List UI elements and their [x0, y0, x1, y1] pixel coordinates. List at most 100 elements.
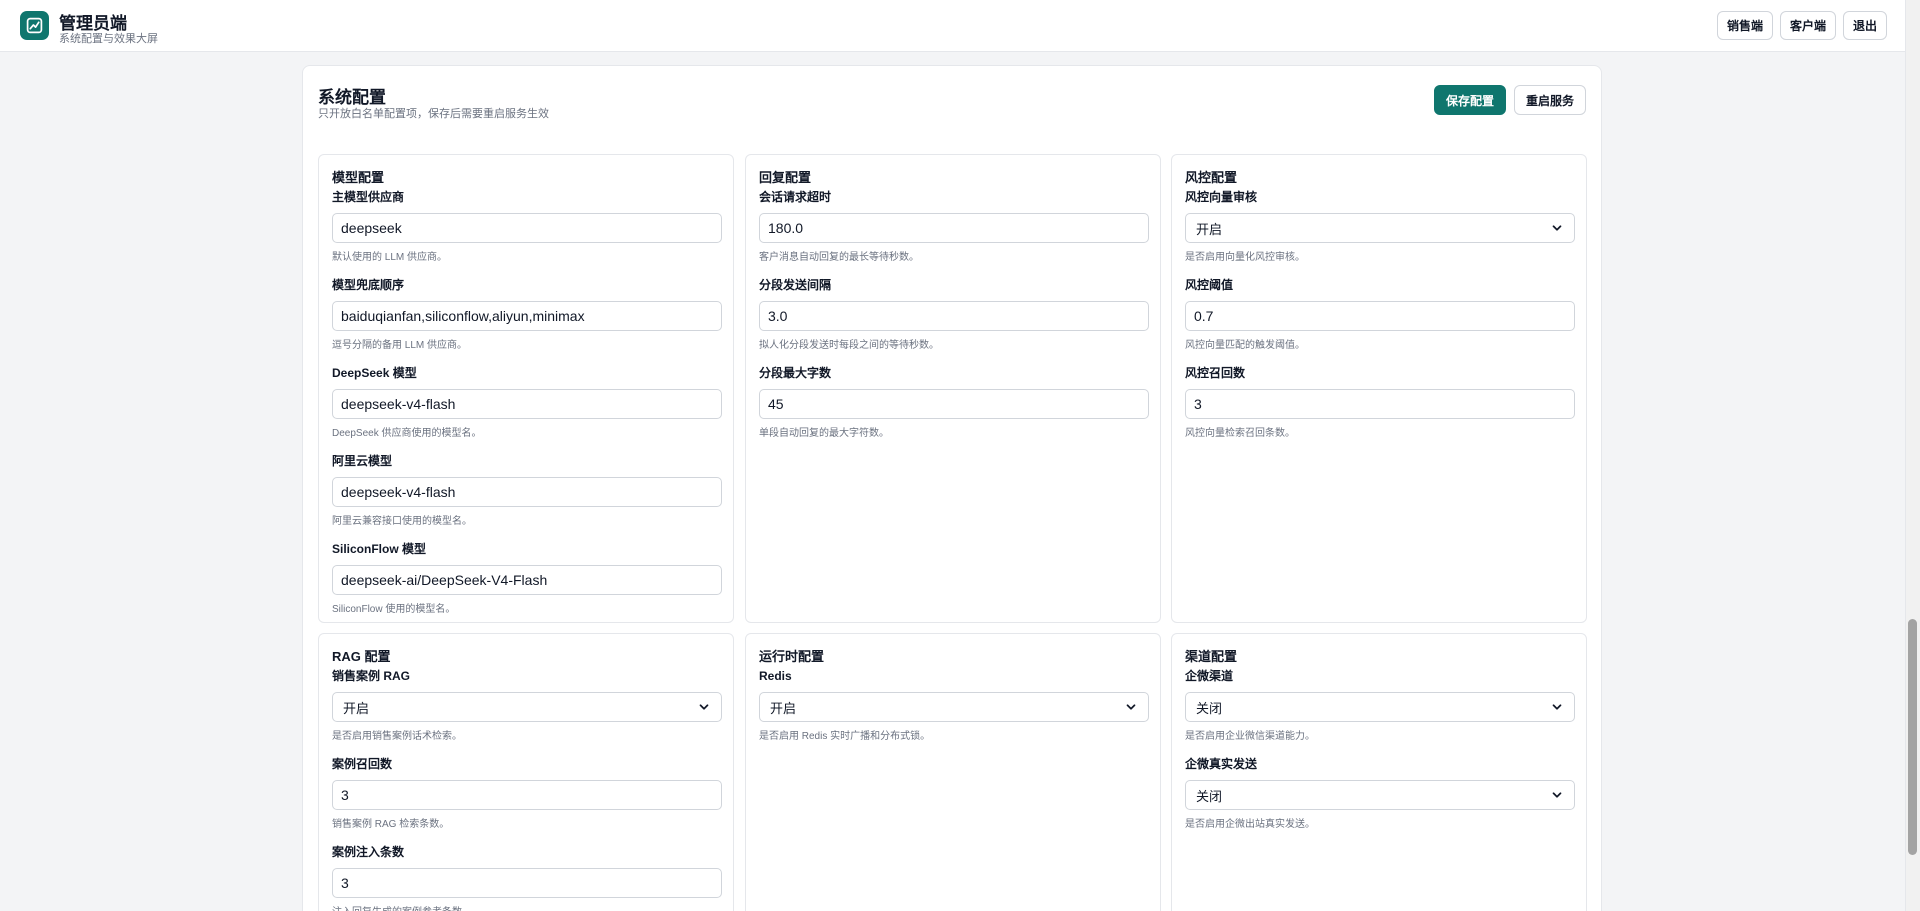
field-help: 客户消息自动回复的最长等待秒数。 [759, 252, 919, 263]
field-label: 模型兜底顺序 [332, 278, 405, 292]
field-label: 分段发送间隔 [759, 278, 832, 292]
field-help: 是否启用 Redis 实时广播和分布式锁。 [759, 731, 931, 742]
field-input[interactable] [759, 213, 1149, 243]
restart-service-button[interactable]: 重启服务 [1513, 85, 1586, 115]
field-help: 是否启用企业微信渠道能力。 [1185, 731, 1315, 742]
field-help: 是否启用销售案例话术检索。 [332, 731, 462, 742]
page-scrollbar[interactable] [1905, 0, 1920, 911]
field-input[interactable] [332, 301, 722, 331]
config-field: 会话请求超时客户消息自动回复的最长等待秒数。 [759, 188, 1149, 265]
field-select[interactable]: 开启 [1185, 213, 1575, 243]
config-field: SiliconFlow 模型 SiliconFlow 使用的模型名。 [332, 540, 722, 617]
field-help: 逗号分隔的备用 LLM 供应商。 [332, 340, 468, 351]
channel-config-card: 渠道配置 企微渠道 关闭 是否启用企业微信渠道能力。 企微真实发送 关闭 是否启用企微出站真… [1171, 633, 1587, 911]
chevron-down-icon [1126, 704, 1136, 710]
field-label: 会话请求超时 [759, 190, 832, 204]
config-field: 案例召回数销售案例 RAG 检索条数。 [332, 755, 722, 832]
config-field: 企微真实发送关闭是否启用企微出站真实发送。 [1185, 755, 1575, 832]
customer-portal-button[interactable]: 客户端 [1779, 11, 1836, 40]
field-help: 风控向量匹配的触发阈值。 [1185, 340, 1305, 351]
config-field: 风控向量审核开启是否启用向量化风控审核。 [1185, 188, 1575, 265]
field-input[interactable] [332, 477, 722, 507]
field-help: 单段自动回复的最大字符数。 [759, 428, 889, 439]
field-label: 风控召回数 [1185, 366, 1246, 380]
field-help: 阿里云兼容接口使用的模型名。 [332, 516, 472, 527]
config-field: 模型兜底顺序逗号分隔的备用 LLM 供应商。 [332, 276, 722, 353]
config-field: DeepSeek 模型 DeepSeek 供应商使用的模型名。 [332, 364, 722, 441]
config-field: 企微渠道关闭是否启用企业微信渠道能力。 [1185, 667, 1575, 744]
scrollbar-thumb[interactable] [1908, 619, 1917, 855]
field-select[interactable]: 开启 [759, 692, 1149, 722]
field-label: 阿里云模型 [332, 454, 393, 468]
page-subtitle: 只开放白名单配置项，保存后需要重启服务生效 [318, 108, 549, 120]
model-config-card: 模型配置主模型供应商默认使用的 LLM 供应商。模型兜底顺序逗号分隔的备用 LL… [318, 154, 734, 623]
field-input[interactable] [759, 301, 1149, 331]
select-value: 关闭 [1196, 788, 1223, 804]
config-field: 风控召回数风控向量检索召回条数。 [1185, 364, 1575, 441]
card-title: 模型配置 [332, 170, 385, 185]
config-field: 分段发送间隔拟人化分段发送时每段之间的等待秒数。 [759, 276, 1149, 353]
config-field: Redis 开启是否启用 Redis 实时广播和分布式锁。 [759, 667, 1149, 744]
field-input[interactable] [332, 780, 722, 810]
field-input[interactable] [1185, 389, 1575, 419]
field-select[interactable]: 关闭 [1185, 692, 1575, 722]
select-value: 开启 [770, 700, 797, 716]
field-label: 销售案例 RAG [332, 669, 411, 683]
sales-portal-button[interactable]: 销售端 [1716, 11, 1773, 40]
panel-actions: 保存配置 重启服务 [1433, 85, 1586, 115]
field-label: 案例注入条数 [332, 845, 405, 859]
config-field: 阿里云模型阿里云兼容接口使用的模型名。 [332, 452, 722, 529]
card-title: 渠道配置 [1185, 649, 1238, 664]
field-help: DeepSeek 供应商使用的模型名。 [332, 428, 482, 439]
config-field: 风控阈值风控向量匹配的触发阈值。 [1185, 276, 1575, 353]
logout-button[interactable]: 退出 [1842, 11, 1887, 40]
field-label: DeepSeek 模型 [332, 366, 417, 380]
top-bar: 管理员端 系统配置与效果大屏 销售端 客户端 退出 [0, 0, 1905, 52]
field-label: 风控阈值 [1185, 278, 1234, 292]
top-actions: 销售端 客户端 退出 [1716, 11, 1887, 40]
config-field: 主模型供应商默认使用的 LLM 供应商。 [332, 188, 722, 265]
field-select[interactable]: 开启 [332, 692, 722, 722]
field-input[interactable] [332, 868, 722, 898]
field-label: 风控向量审核 [1185, 190, 1258, 204]
field-input[interactable] [759, 389, 1149, 419]
field-help: 拟人化分段发送时每段之间的等待秒数。 [759, 340, 939, 351]
rag-config-card: RAG 配置销售案例 RAG开启是否启用销售案例话术检索。案例召回数销售案例 R… [318, 633, 734, 911]
save-config-button[interactable]: 保存配置 [1433, 85, 1506, 115]
field-input[interactable] [332, 565, 722, 595]
risk-config-card: 风控配置风控向量审核开启是否启用向量化风控审核。风控阈值风控向量匹配的触发阈值。… [1171, 154, 1587, 623]
runtime-config-card: 运行时配置 Redis 开启是否启用 Redis 实时广播和分布式锁。 [745, 633, 1161, 911]
field-help: 注入回复生成的案例参考条数。 [332, 905, 720, 911]
chevron-down-icon [1552, 225, 1562, 231]
field-select[interactable]: 关闭 [1185, 780, 1575, 810]
field-label: SiliconFlow 模型 [332, 542, 427, 556]
field-label: 主模型供应商 [332, 190, 405, 204]
field-input[interactable] [1185, 301, 1575, 331]
select-value: 关闭 [1196, 700, 1223, 716]
field-label: Redis [759, 669, 792, 683]
field-input[interactable] [332, 213, 722, 243]
card-title: 运行时配置 [759, 649, 825, 664]
field-label: 案例召回数 [332, 757, 393, 771]
field-help: 是否启用企微出站真实发送。 [1185, 819, 1315, 830]
field-label: 企微真实发送 [1185, 757, 1258, 771]
field-input[interactable] [332, 389, 722, 419]
config-field: 销售案例 RAG 开启是否启用销售案例话术检索。 [332, 667, 722, 744]
select-value: 开启 [343, 700, 370, 716]
chevron-down-icon [1552, 704, 1562, 710]
field-help: SiliconFlow 使用的模型名。 [332, 604, 456, 615]
card-title: RAG 配置 [332, 649, 391, 664]
app-subtitle: 系统配置与效果大屏 [59, 33, 158, 45]
field-label: 企微渠道 [1185, 669, 1234, 683]
field-help: 是否启用向量化风控审核。 [1185, 252, 1305, 263]
select-value: 开启 [1196, 221, 1223, 237]
chart-line-icon [26, 17, 43, 34]
config-field: 案例注入条数注入回复生成的案例参考条数。 [332, 843, 722, 911]
field-help: 默认使用的 LLM 供应商。 [332, 252, 448, 263]
config-field: 分段最大字数单段自动回复的最大字符数。 [759, 364, 1149, 441]
chevron-down-icon [699, 704, 709, 710]
field-label: 分段最大字数 [759, 366, 832, 380]
card-title: 风控配置 [1185, 170, 1238, 185]
reply-config-card: 回复配置会话请求超时客户消息自动回复的最长等待秒数。分段发送间隔拟人化分段发送时… [745, 154, 1161, 623]
app-logo [20, 11, 49, 40]
